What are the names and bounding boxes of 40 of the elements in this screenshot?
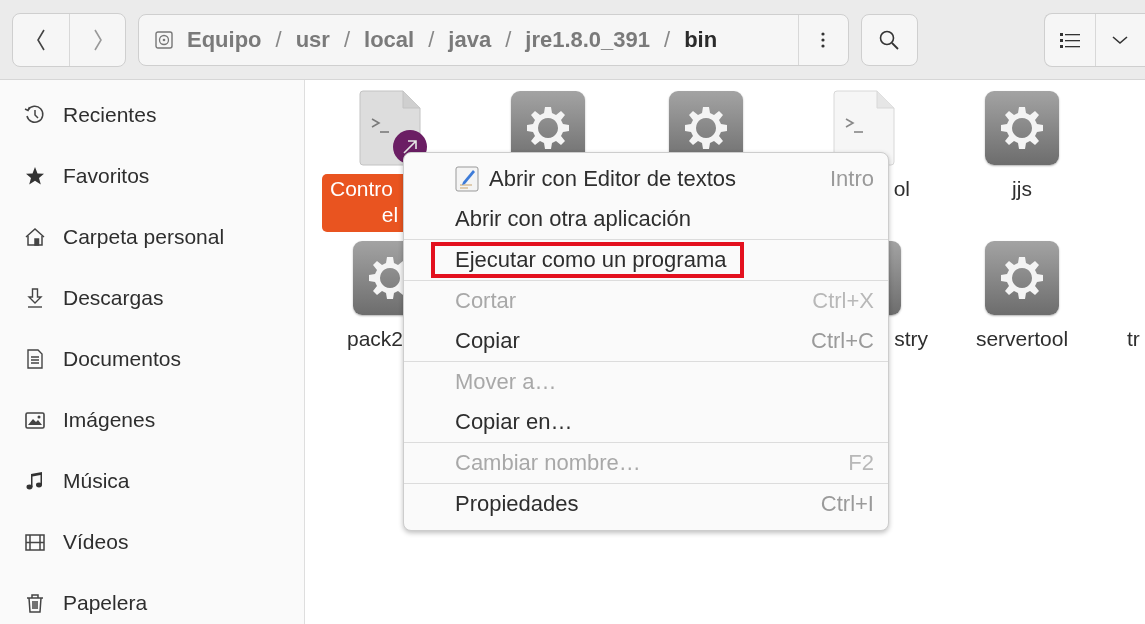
search-button[interactable] <box>860 13 918 66</box>
file-name[interactable]: tr <box>1101 324 1145 356</box>
more-icon <box>821 31 826 48</box>
path-separator: / <box>505 26 512 53</box>
menu-item[interactable]: Copiar en… <box>404 402 888 442</box>
sidebar-item[interactable]: Descargas <box>0 267 304 328</box>
file-name[interactable]: jjs <box>943 174 1101 206</box>
path-separator: / <box>275 26 282 53</box>
text-editor-icon <box>455 166 479 192</box>
path-segment[interactable]: local <box>364 26 415 53</box>
clock-icon <box>24 103 46 126</box>
sidebar-item[interactable]: Favoritos <box>0 145 304 206</box>
gear-icon[interactable] <box>985 91 1059 165</box>
trash-icon <box>24 591 46 614</box>
sidebar-item[interactable]: Papelera <box>0 572 304 624</box>
path-segment[interactable]: jre1.8.0_391 <box>525 26 651 53</box>
gear-icon[interactable] <box>985 241 1059 315</box>
path-separator: / <box>343 26 351 53</box>
path-segment[interactable]: usr <box>295 26 330 53</box>
menu-item[interactable]: Copiar Ctrl+C <box>404 321 888 361</box>
sidebar-item[interactable]: Documentos <box>0 328 304 389</box>
path-segment[interactable]: java <box>448 26 492 53</box>
chevron-left-icon <box>36 28 46 51</box>
path-separator: / <box>428 26 435 53</box>
chevron-right-icon <box>92 28 103 51</box>
path-separator: / <box>664 26 671 53</box>
sidebar-item[interactable]: Carpeta personal <box>0 206 304 267</box>
home-icon <box>24 225 46 248</box>
path-segment[interactable]: Equipo <box>187 26 262 53</box>
sidebar-item[interactable]: Recientes <box>0 84 304 145</box>
sidebar-item[interactable]: Música <box>0 450 304 511</box>
search-icon <box>879 29 900 50</box>
chevron-down-icon <box>1112 34 1129 45</box>
document-icon <box>24 347 46 370</box>
file-name[interactable]: servertool <box>943 324 1101 356</box>
menu-item[interactable]: Propiedades Ctrl+I <box>404 484 888 524</box>
sidebar-item[interactable]: Vídeos <box>0 511 304 572</box>
sidebar-item[interactable]: Imágenes <box>0 389 304 450</box>
list-icon <box>1060 31 1080 48</box>
path-segment[interactable]: bin <box>684 26 718 53</box>
